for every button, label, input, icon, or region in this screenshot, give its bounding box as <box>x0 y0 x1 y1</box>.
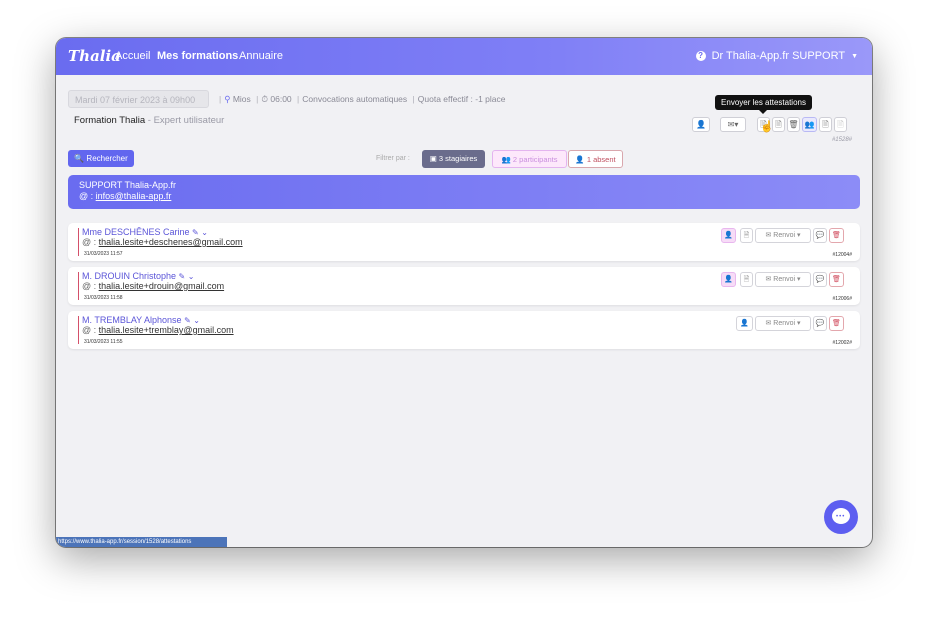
participant-id: #12002# <box>832 340 852 346</box>
chevron-down-icon[interactable]: ⌄ <box>188 272 195 281</box>
delete-session-button[interactable]: 🗑 <box>787 117 800 132</box>
timer-icon: ⏱ <box>261 94 269 104</box>
participant-date: 31/03/2023 11:55 <box>84 339 123 345</box>
session-location: Mios <box>232 94 251 104</box>
status-bar <box>78 316 79 344</box>
trainer-email-line: @ : infos@thalia-app.fr <box>79 191 171 201</box>
session-title-text: Formation Thalia <box>74 115 146 126</box>
renvoi-label: Renvoi <box>773 232 796 239</box>
document-icon: ▣ <box>429 154 437 163</box>
participant-card: Mme DESCHÊNES Carine ✎ ⌄ @ : thalia.lesi… <box>68 223 860 261</box>
session-meta: | ⚲ Mios | ⏱ 06:00 | Convocations automatiq… <box>219 94 506 104</box>
user-menu[interactable]: ? Dr Thalia-App.fr SUPPORT ▼ <box>695 50 858 62</box>
renvoi-button[interactable]: ✉ Renvoi ▾ <box>755 228 811 243</box>
document-button[interactable]: 🗎 <box>740 272 753 287</box>
mark-absent-button[interactable]: 👤 <box>721 272 736 287</box>
trainer-card: SUPPORT Thalia-App.fr @ : infos@thalia-a… <box>68 175 860 209</box>
comment-button[interactable]: 💬 <box>813 272 827 287</box>
email-prefix: @ : <box>79 191 94 201</box>
participant-email-line: @ : thalia.lesite+deschenes@gmail.com <box>82 237 243 247</box>
participant-name-line: M. TREMBLAY Alphonse ✎ ⌄ <box>82 315 200 325</box>
participant-id: #12004# <box>832 252 852 258</box>
renvoi-label: Renvoi <box>773 320 796 327</box>
status-bar <box>78 228 79 256</box>
participant-email-line: @ : thalia.lesite+drouin@gmail.com <box>82 281 225 291</box>
users-icon: 👥 <box>501 155 511 164</box>
renvoi-button[interactable]: ✉ Renvoi ▾ <box>755 272 811 287</box>
filter-label: Filtrer par : <box>376 155 410 162</box>
trainer-name: SUPPORT Thalia-App.fr <box>79 180 177 190</box>
participant-email-line: @ : thalia.lesite+tremblay@gmail.com <box>82 325 234 335</box>
participant-card: M. TREMBLAY Alphonse ✎ ⌄ @ : thalia.lesi… <box>68 311 860 349</box>
map-pin-icon: ⚲ <box>224 94 231 104</box>
delete-button[interactable]: 🗑 <box>829 228 844 243</box>
trainer-email-link[interactable]: infos@thalia-app.fr <box>96 191 172 201</box>
navbar: Thalia Accueil Mes formations Annuaire ?… <box>56 38 872 75</box>
status-bar <box>78 272 79 300</box>
browser-window: Thalia Accueil Mes formations Annuaire ?… <box>56 38 872 547</box>
filter-stagiaires[interactable]: ▣ 3 stagiaires <box>422 150 485 168</box>
search-button[interactable]: 🔍 Rechercher <box>68 150 134 167</box>
session-date-field: Mardi 07 février 2023 à 09h00 <box>68 90 209 108</box>
participant-email-link[interactable]: thalia.lesite+deschenes@gmail.com <box>99 237 243 247</box>
participant-name[interactable]: M. TREMBLAY Alphonse <box>82 315 182 325</box>
user-x-icon: 👤 <box>575 155 585 164</box>
delete-button[interactable]: 🗑 <box>829 272 844 287</box>
nav-link-annuaire[interactable]: Annuaire <box>239 50 283 62</box>
mark-absent-button[interactable]: 👤 <box>721 228 736 243</box>
edit-icon[interactable]: ✎ <box>184 316 191 325</box>
participant-name-line: M. DROUIN Christophe ✎ ⌄ <box>82 271 194 281</box>
participant-name[interactable]: M. DROUIN Christophe <box>82 271 176 281</box>
session-id: #1528# <box>831 137 852 143</box>
filter-stagiaires-label: 3 stagiaires <box>438 154 478 163</box>
edit-icon[interactable]: ✎ <box>179 272 186 281</box>
search-button-label: Rechercher <box>86 154 128 163</box>
send-menu-button[interactable]: ✉▾ <box>720 117 746 132</box>
caret-down-icon[interactable]: ▼ <box>851 53 858 60</box>
chat-button[interactable]: ••• <box>824 500 858 534</box>
nav-link-mes-formations[interactable]: Mes formations <box>157 50 238 62</box>
help-icon[interactable]: ? <box>695 51 706 61</box>
hand-cursor-icon: ☝ <box>760 121 774 133</box>
participant-card: M. DROUIN Christophe ✎ ⌄ @ : thalia.lesi… <box>68 267 860 305</box>
filter-absent[interactable]: 👤 1 absent <box>568 150 623 168</box>
archive-button[interactable]: 🗎 <box>834 117 847 132</box>
renvoi-label: Renvoi <box>773 276 796 283</box>
tooltip: Envoyer les attestations <box>715 95 812 114</box>
user-name[interactable]: Dr Thalia-App.fr SUPPORT <box>712 50 845 62</box>
group-button[interactable]: 👥 <box>802 117 817 132</box>
comment-button[interactable]: 💬 <box>813 316 827 331</box>
participant-name[interactable]: Mme DESCHÊNES Carine <box>82 227 190 237</box>
document-button[interactable]: 🗎 <box>740 228 753 243</box>
participant-date: 31/03/2023 11:57 <box>84 251 123 257</box>
chevron-down-icon[interactable]: ⌄ <box>193 316 200 325</box>
edit-icon[interactable]: ✎ <box>192 228 199 237</box>
session-subtitle: Expert utilisateur <box>153 115 225 126</box>
filter-participants[interactable]: 👥 2 participants <box>492 150 567 168</box>
participant-email-link[interactable]: thalia.lesite+drouin@gmail.com <box>99 281 224 291</box>
renvoi-button[interactable]: ✉ Renvoi ▾ <box>755 316 811 331</box>
brand-logo[interactable]: Thalia <box>68 47 121 65</box>
search-icon: 🔍 <box>74 154 85 163</box>
session-quota: Quota effectif : -1 place <box>417 94 506 104</box>
chevron-down-icon[interactable]: ⌄ <box>201 228 208 237</box>
participant-date: 31/03/2023 11:58 <box>84 295 123 301</box>
mark-absent-button[interactable]: 👤 <box>736 316 753 331</box>
participant-email-link[interactable]: thalia.lesite+tremblay@gmail.com <box>99 325 234 335</box>
filter-absent-label: 1 absent <box>586 155 616 164</box>
pdf-button[interactable]: 🗎 <box>819 117 832 132</box>
comment-button[interactable]: 💬 <box>813 228 827 243</box>
add-participant-button[interactable]: 👤 <box>692 117 710 132</box>
session-convocations: Convocations automatiques <box>302 94 408 104</box>
session-duration: 06:00 <box>270 94 292 104</box>
nav-link-accueil[interactable]: Accueil <box>115 50 150 62</box>
chat-dots: ••• <box>836 514 846 520</box>
participant-name-line: Mme DESCHÊNES Carine ✎ ⌄ <box>82 227 208 237</box>
participant-id: #12006# <box>832 296 852 302</box>
session-title: Formation Thalia - Expert utilisateur <box>74 115 225 126</box>
status-bar-url: https://www.thalia-app.fr/session/1528/a… <box>56 537 227 547</box>
delete-button[interactable]: 🗑 <box>829 316 844 331</box>
filter-participants-label: 2 participants <box>512 155 558 164</box>
